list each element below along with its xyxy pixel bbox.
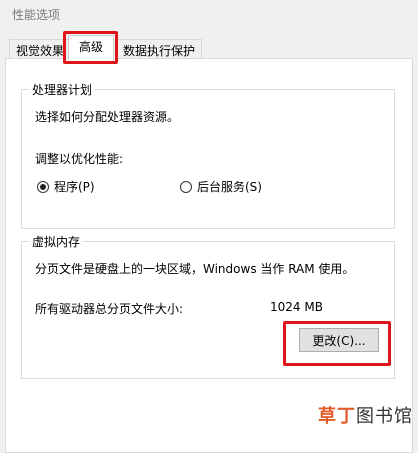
paging-file-total-value: 1024 MB	[270, 300, 323, 314]
radio-background-services[interactable]: 后台服务(S)	[180, 178, 262, 195]
window-title: 性能选项	[12, 8, 61, 22]
tab-advanced[interactable]: 高级	[68, 35, 114, 60]
virtual-memory-group: 虚拟内存 分页文件是硬盘上的一块区域，Windows 当作 RAM 使用。 所有…	[21, 233, 395, 379]
paging-file-total-label: 所有驱动器总分页文件大小:	[35, 302, 184, 316]
tab-label: 高级	[78, 40, 103, 54]
watermark-part-2: 图书馆	[356, 406, 413, 427]
radio-label: 程序(P)	[54, 180, 95, 194]
radio-button-checked[interactable]	[37, 180, 49, 193]
tab-label: 数据执行保护	[123, 44, 196, 58]
radio-button-unchecked[interactable]	[180, 180, 192, 193]
virtual-memory-description: 分页文件是硬盘上的一块区域，Windows 当作 RAM 使用。	[35, 262, 355, 276]
radio-label: 后台服务(S)	[197, 180, 262, 194]
watermark: 草丁图书馆	[318, 402, 413, 428]
processor-scheduling-group: 处理器计划 选择如何分配处理器资源。 调整以优化性能: 程序(P) 后台服务(S…	[21, 81, 395, 229]
button-label: 更改(C)...	[312, 333, 366, 348]
group-title: 处理器计划	[29, 81, 96, 98]
processor-description: 选择如何分配处理器资源。	[35, 110, 180, 124]
tab-panel-advanced: 处理器计划 选择如何分配处理器资源。 调整以优化性能: 程序(P) 后台服务(S…	[5, 58, 413, 453]
change-button[interactable]: 更改(C)...	[299, 328, 379, 352]
group-title: 虚拟内存	[29, 233, 84, 250]
radio-programs[interactable]: 程序(P)	[37, 178, 95, 195]
adjust-label: 调整以优化性能:	[35, 152, 124, 166]
tab-label: 视觉效果	[16, 44, 65, 58]
watermark-part-1: 草丁	[318, 406, 356, 427]
